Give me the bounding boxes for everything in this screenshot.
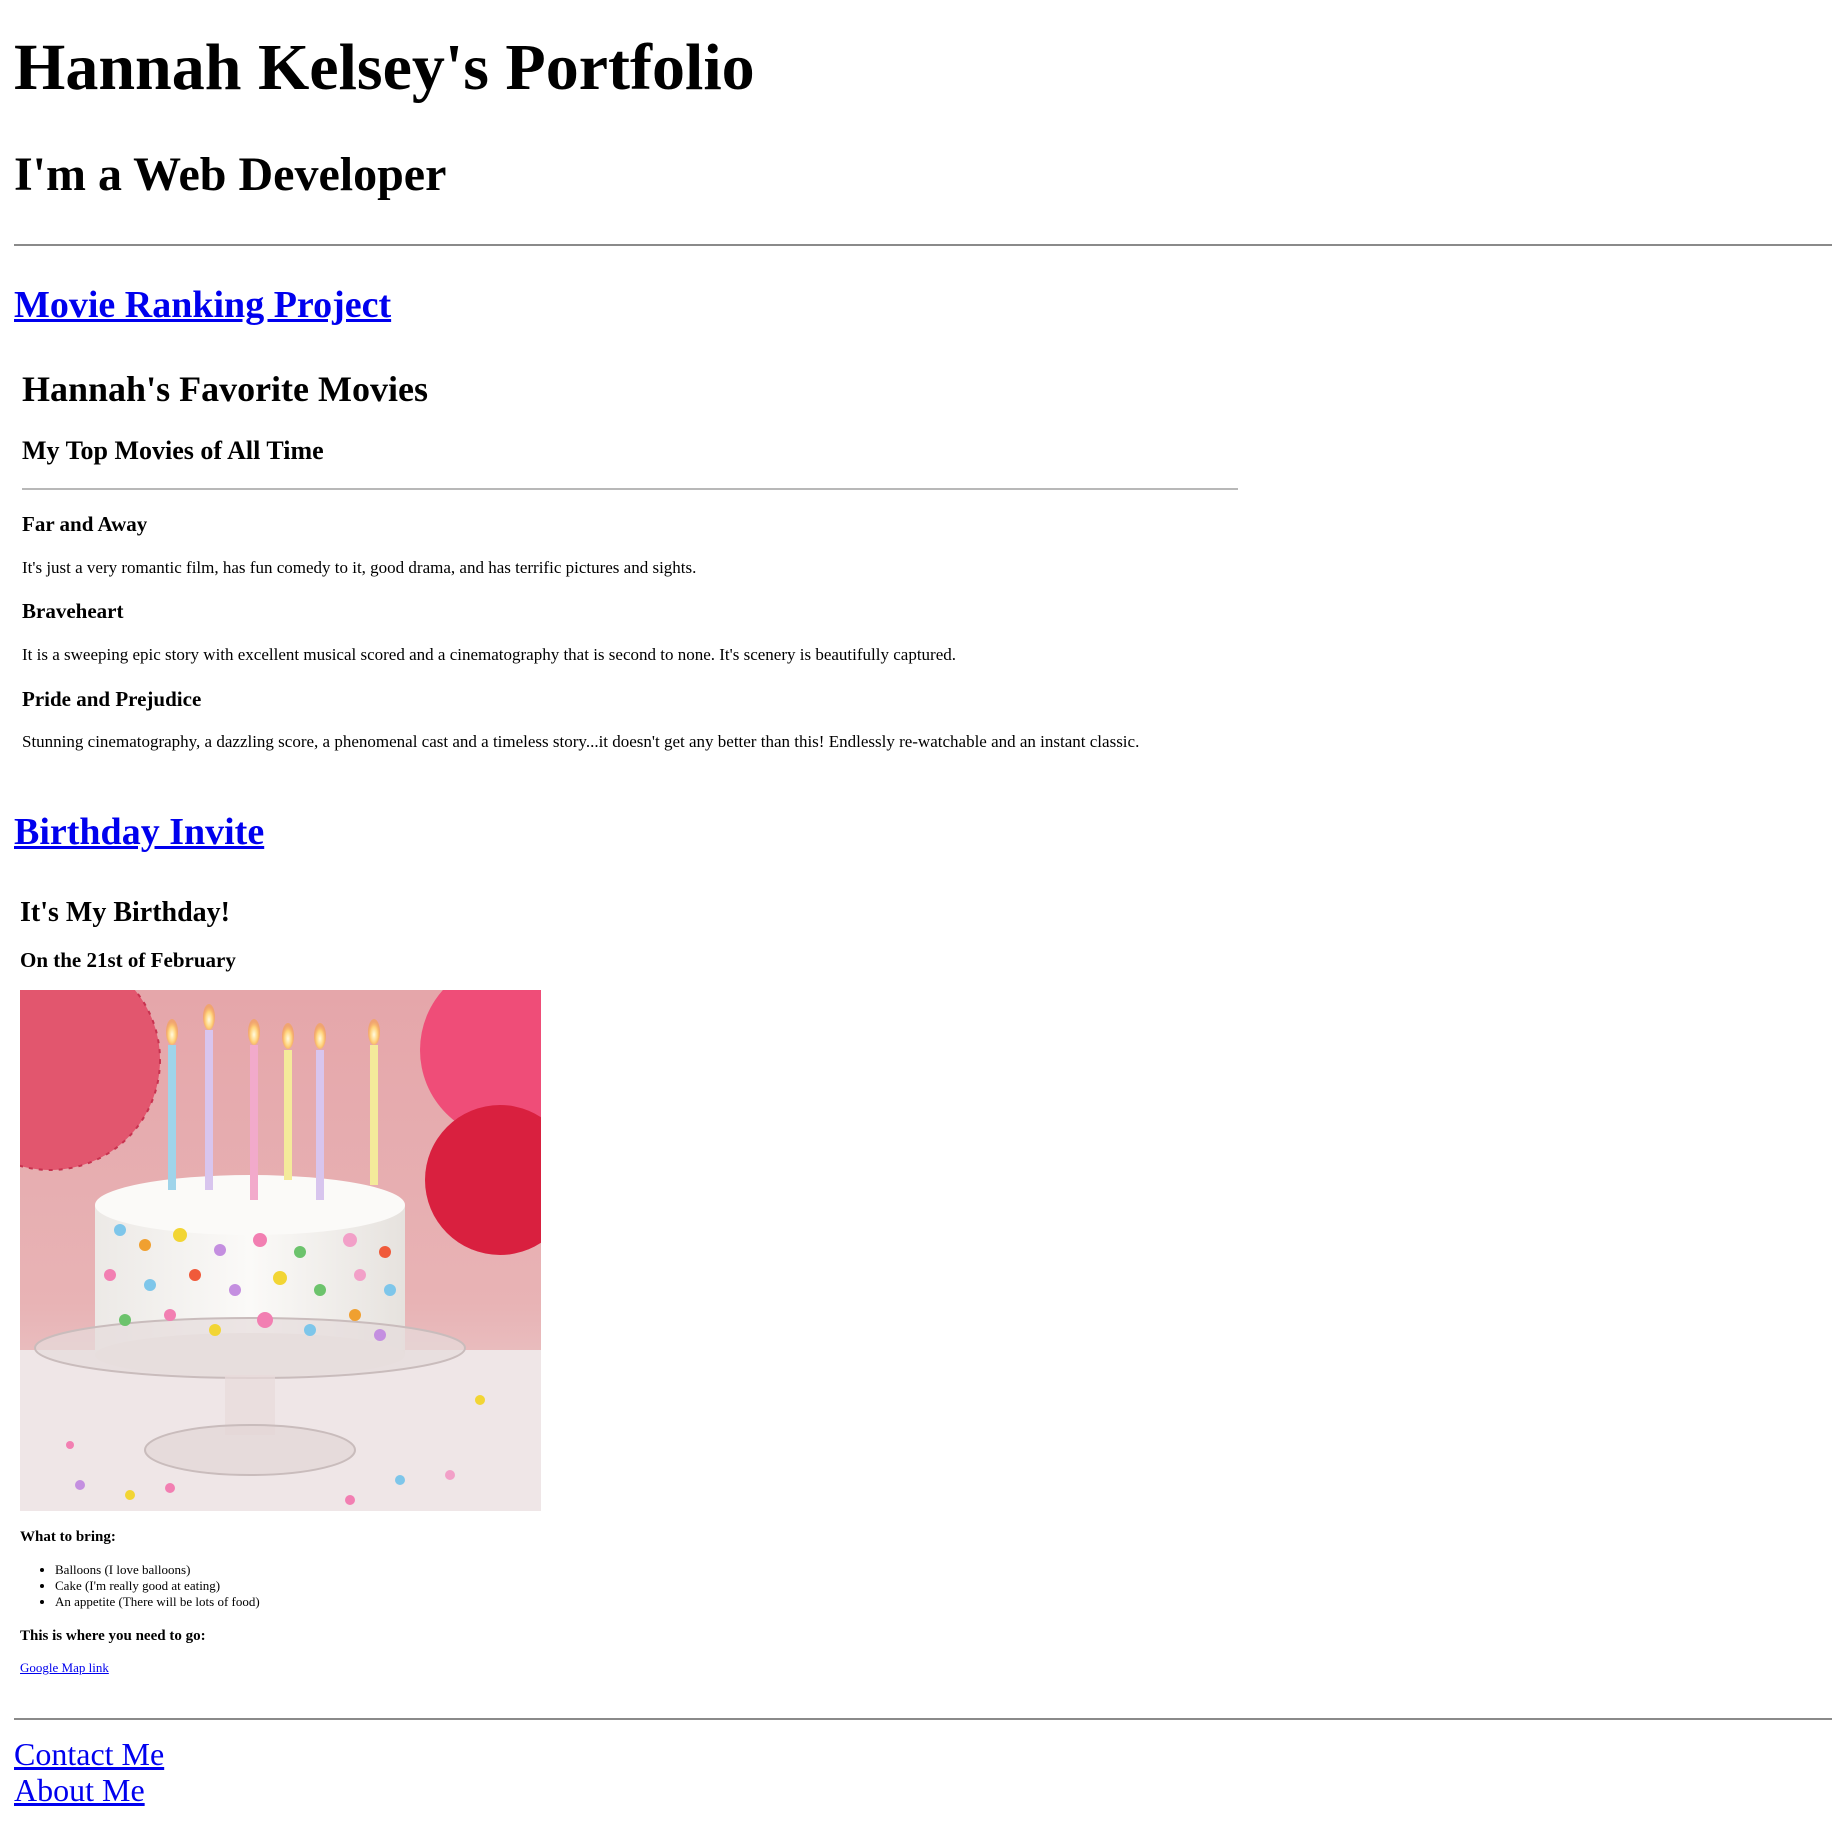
movie-ranking-project-link[interactable]: Movie Ranking Project — [14, 282, 391, 328]
header-divider — [14, 244, 1832, 246]
movie-title: Braveheart — [22, 599, 124, 623]
location-label: This is where you need to go: — [20, 1628, 206, 1644]
contact-me-link[interactable]: Contact Me — [14, 1735, 164, 1773]
bring-list: Balloons (I love balloons) Cake (I'm rea… — [20, 1562, 260, 1610]
google-map-link[interactable]: Google Map link — [20, 1659, 109, 1677]
movies-title: Hannah's Favorite Movies — [22, 369, 428, 409]
movie-title: Far and Away — [22, 512, 148, 536]
birthday-cake-image — [20, 990, 541, 1511]
birthday-date: On the 21st of February — [20, 948, 236, 972]
movie-description: It's just a very romantic film, has fun … — [22, 558, 697, 577]
birthday-title: It's My Birthday! — [20, 897, 230, 928]
list-item: An appetite (There will be lots of food) — [55, 1594, 260, 1610]
list-item: Cake (I'm really good at eating) — [55, 1578, 260, 1594]
footer-divider — [14, 1718, 1832, 1720]
movies-subtitle: My Top Movies of All Time — [22, 436, 324, 465]
about-me-link[interactable]: About Me — [14, 1771, 145, 1809]
list-item: Balloons (I love balloons) — [55, 1562, 260, 1578]
what-to-bring-label: What to bring: — [20, 1529, 116, 1545]
movies-divider — [22, 488, 1238, 490]
page-title: Hannah Kelsey's Portfolio — [14, 31, 755, 104]
page-subtitle: I'm a Web Developer — [14, 148, 447, 201]
birthday-invite-link[interactable]: Birthday Invite — [14, 809, 264, 855]
movie-description: It is a sweeping epic story with excelle… — [22, 645, 956, 664]
movie-description: Stunning cinematography, a dazzling scor… — [22, 732, 1140, 751]
movie-title: Pride and Prejudice — [22, 687, 202, 711]
portfolio-page: Hannah Kelsey's Portfolio I'm a Web Deve… — [0, 0, 1832, 1842]
